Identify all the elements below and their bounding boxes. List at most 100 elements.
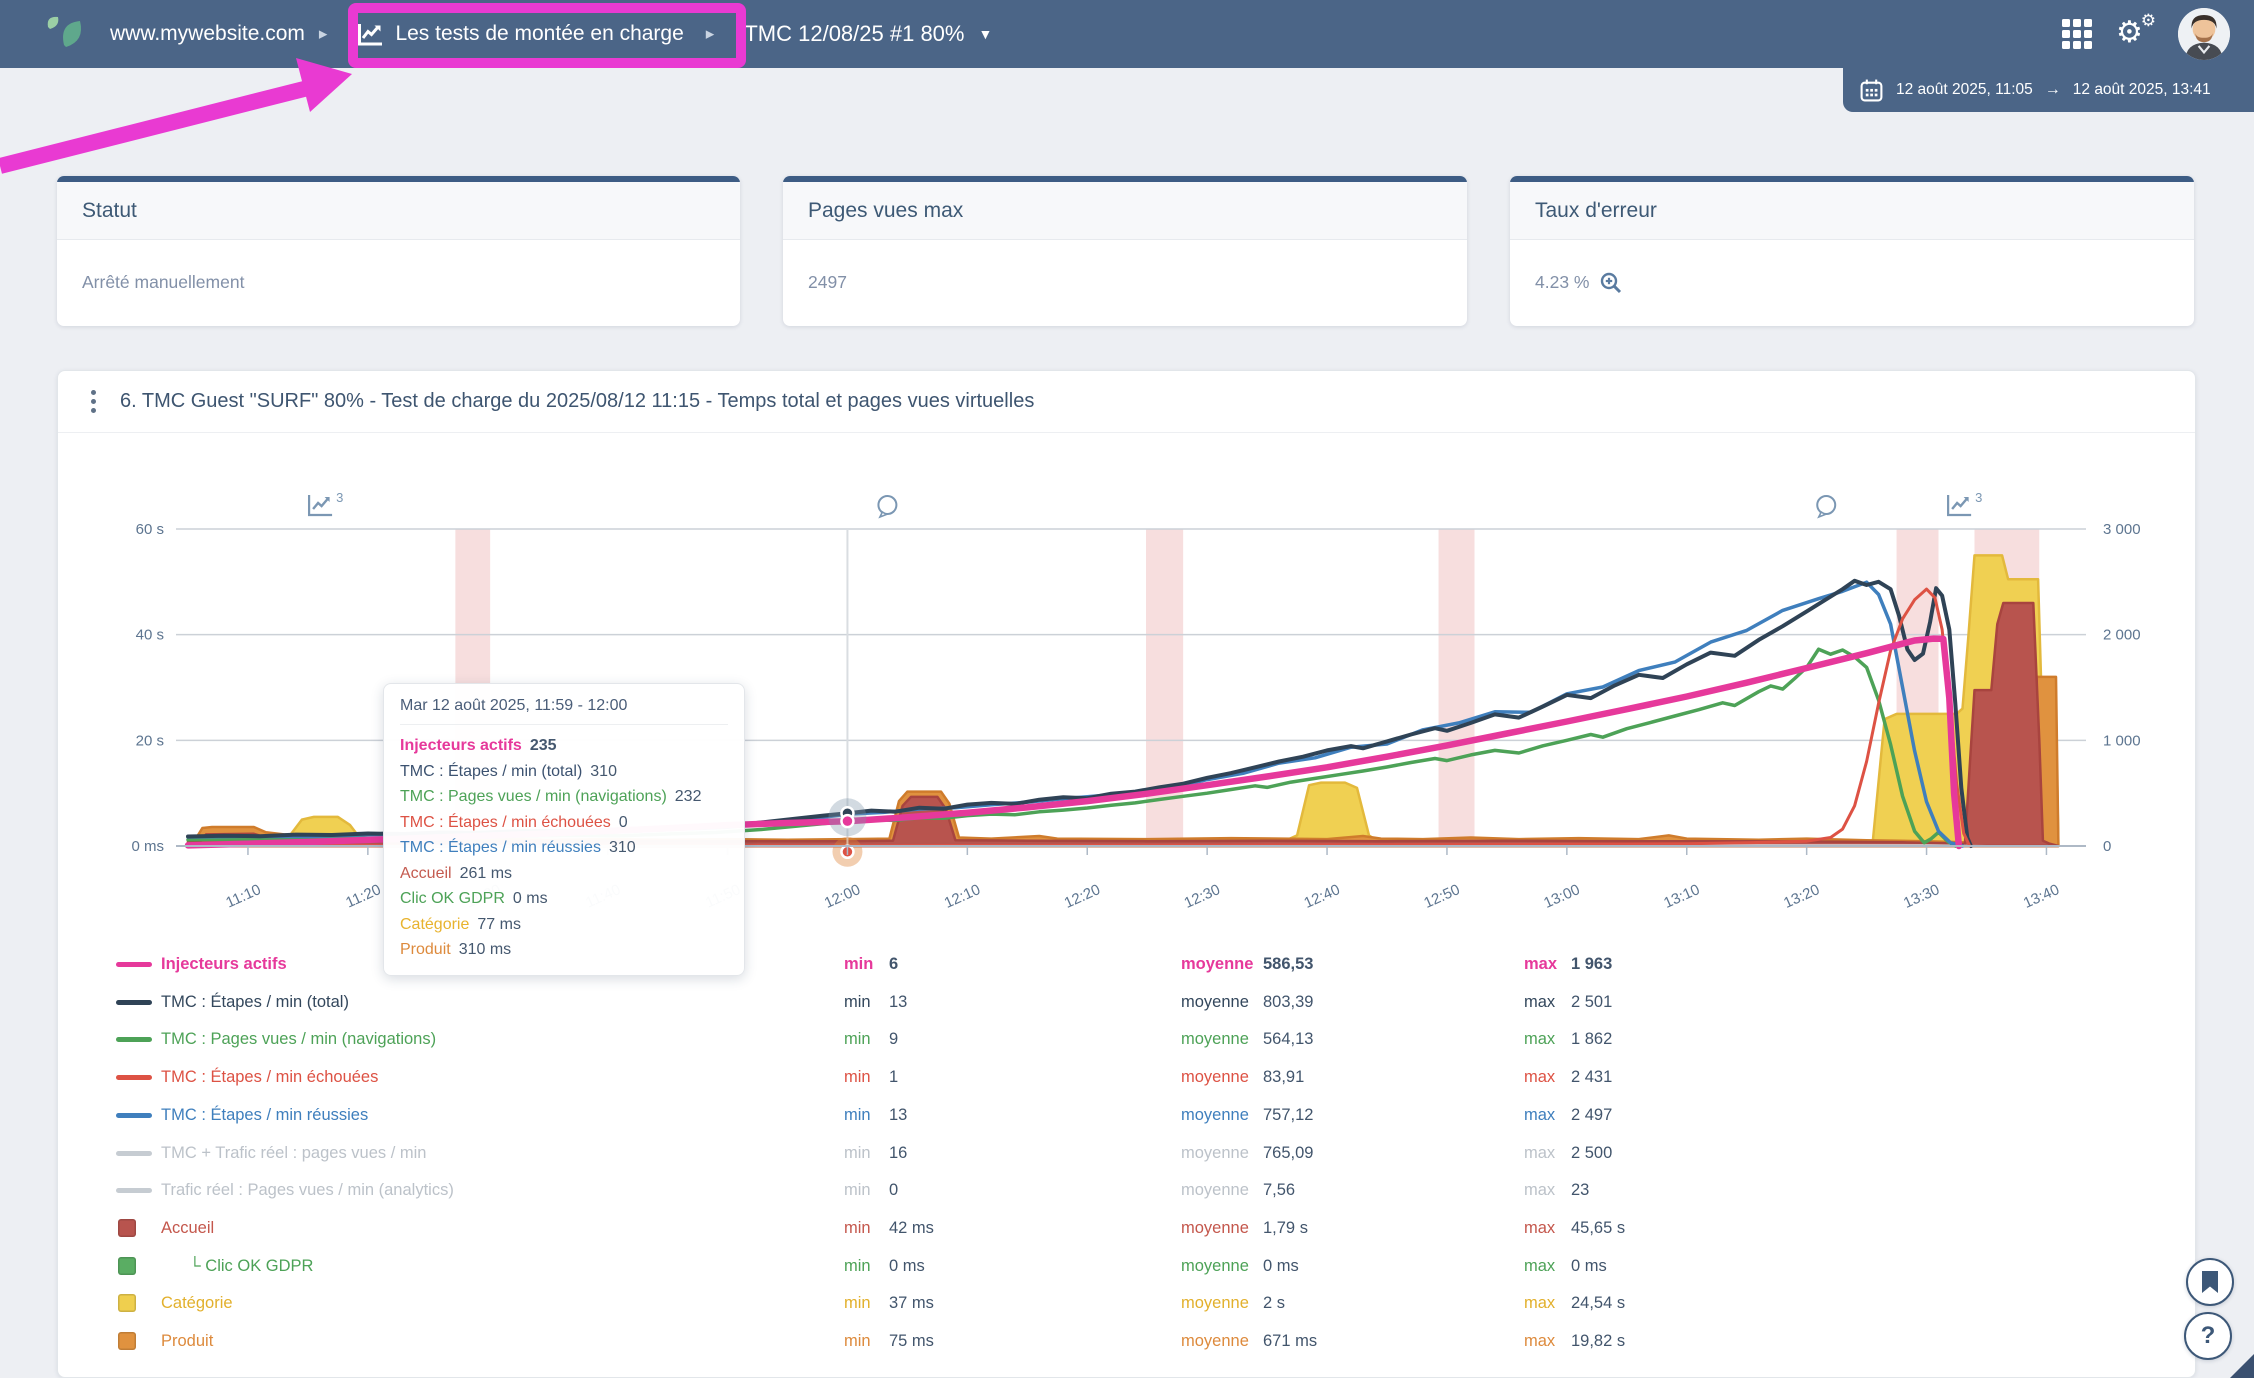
legend-min-key: min [844,1020,871,1058]
legend-row[interactable]: TMC : Étapes / min échouéesmin1moyenne83… [58,1058,2138,1096]
legend-row[interactable]: Injecteurs actifsmin6moyenne586,53max1 9… [58,945,2138,983]
card-header: Statut [57,182,740,240]
tooltip-row: Catégorie77 ms [400,912,728,938]
legend-max-value: 2 501 [1571,983,1612,1021]
legend-row[interactable]: TMC + Trafic réel : pages vues / min min 1… [58,1134,2138,1172]
legend-line-swatch [116,1151,152,1156]
bookmark-button[interactable] [2186,1258,2234,1306]
legend-min-value: 13 [889,983,907,1021]
user-avatar[interactable] [2178,8,2230,60]
legend-label: Accueil [161,1209,214,1247]
legend-row[interactable]: TMC : Pages vues / min (navigations)min9… [58,1020,2138,1058]
legend-max-key: max [1524,1020,1555,1058]
settings-gears-icon[interactable]: ⚙⚙ [2116,14,2156,54]
tooltip-series-value: 232 [675,788,702,805]
legend-label: TMC : Étapes / min échouées [161,1058,378,1096]
zoom-in-icon[interactable] [1599,271,1623,295]
legend-avg-key: moyenne [1181,1058,1249,1096]
breadcrumb-section-load-tests[interactable]: Les tests de montée en charge [351,22,689,47]
tooltip-series-value: 310 [609,839,636,856]
legend-row[interactable]: TMC : Étapes / min (total)min13moyenne80… [58,983,2138,1021]
card-value: 4.23 % [1535,272,1589,293]
tooltip-title: Mar 12 août 2025, 11:59 - 12:00 [400,697,728,725]
legend-label: TMC + Trafic réel : pages vues / min [161,1134,426,1172]
legend-min-key: min [844,1247,871,1285]
tooltip-row: Injecteurs actifs 235 [400,733,728,759]
legend-box-swatch [118,1257,136,1275]
legend-row[interactable]: Trafic réel : Pages vues / min (analytic… [58,1171,2138,1209]
legend-min-value: 6 [889,945,898,983]
legend-min-value: 16 [889,1134,907,1172]
legend-min-key: min [844,983,871,1021]
card-title: Taux d'erreur [1535,199,1657,223]
app-root: www.mywebsite.com ▸ Les tests de montée … [0,0,2254,1378]
arrow-right-icon: → [2045,81,2061,99]
tooltip-row: TMC : Étapes / min échouées0 [400,810,728,836]
tooltip-series-value: 235 [530,737,557,754]
card-header: Taux d'erreur [1510,182,2194,240]
legend-max-key: max [1524,1096,1555,1134]
legend-min-key: min [844,1284,871,1322]
legend-line-swatch [116,962,152,967]
tooltip-series-label: Produit [400,941,451,958]
run-selector[interactable]: TMC 12/08/25 #1 80% ▼ [744,21,992,47]
card-body: 4.23 % [1510,240,2194,325]
legend-avg-value: 1,79 s [1263,1209,1308,1247]
legend-line-swatch [116,1000,152,1005]
date-range-picker[interactable]: 12 août 2025, 11:05 → 12 août 2025, 13:4… [1843,68,2254,112]
legend-row[interactable]: Catégoriemin37 msmoyenne2 smax24,54 s [58,1284,2138,1322]
legend-avg-value: 564,13 [1263,1020,1313,1058]
card-body: 2497 [783,240,1467,325]
legend-max-value: 0 ms [1571,1247,1607,1285]
tooltip-series-value: 310 ms [459,941,511,958]
legend-min-key: min [844,1134,871,1172]
legend-row[interactable]: └ Clic OK GDPRmin0 msmoyenne0 msmax0 ms [58,1247,2138,1285]
legend-row[interactable]: Produitmin75 msmoyenne671 msmax19,82 s [58,1322,2138,1360]
legend-min-key: min [844,1058,871,1096]
card-value: 2497 [808,272,847,293]
legend-max-key: max [1524,1171,1555,1209]
legend-avg-value: 7,56 [1263,1171,1295,1209]
tooltip-series-value: 261 ms [460,865,512,882]
calendar-icon [1859,78,1884,103]
breadcrumb: www.mywebsite.com ▸ Les tests de montée … [0,15,992,53]
top-navbar: www.mywebsite.com ▸ Les tests de montée … [0,0,2254,68]
legend-row[interactable]: Accueilmin42 msmoyenne1,79 smax45,65 s [58,1209,2138,1247]
tooltip-row: Produit 310 ms [400,937,728,963]
breadcrumb-site[interactable]: www.mywebsite.com [110,22,305,46]
legend-avg-key: moyenne [1181,1322,1249,1360]
tooltip-row: Accueil261 ms [400,861,728,887]
legend-max-key: max [1524,1284,1555,1322]
legend-min-value: 42 ms [889,1209,934,1247]
legend-line-swatch [116,1037,152,1042]
legend-label: Injecteurs actifs [161,945,287,983]
legend-avg-value: 586,53 [1263,945,1313,983]
legend-min-key: min [844,1322,871,1360]
legend-rows: Injecteurs actifsmin6moyenne586,53max1 9… [58,371,2195,1377]
legend-avg-key: moyenne [1181,945,1253,983]
help-icon: ? [2201,1322,2216,1350]
tooltip-series-label: Injecteurs actifs [400,737,522,754]
legend-max-key: max [1524,1247,1555,1285]
legend-min-key: min [844,945,873,983]
legend-row[interactable]: TMC : Étapes / min réussiesmin13moyenne7… [58,1096,2138,1134]
tooltip-series-label: Catégorie [400,916,469,933]
legend-min-key: min [844,1096,871,1134]
legend-min-value: 0 ms [889,1247,925,1285]
legend-max-value: 2 431 [1571,1058,1612,1096]
help-button[interactable]: ? [2184,1312,2232,1360]
legend-avg-key: moyenne [1181,1171,1249,1209]
legend-label: Catégorie [161,1284,233,1322]
card-title: Statut [82,199,137,223]
app-logo-leaf-icon [44,15,92,53]
legend-max-value: 45,65 s [1571,1209,1625,1247]
legend-max-value: 2 500 [1571,1134,1612,1172]
legend-max-value: 2 497 [1571,1096,1612,1134]
tooltip-series-value: 310 [590,763,617,780]
apps-grid-icon[interactable] [2062,19,2092,49]
legend-min-value: 75 ms [889,1322,934,1360]
legend-max-key: max [1524,1134,1555,1172]
legend-label: Trafic réel : Pages vues / min (analytic… [161,1171,454,1209]
legend-label: TMC : Pages vues / min (navigations) [161,1020,436,1058]
legend-min-key: min [844,1209,871,1247]
